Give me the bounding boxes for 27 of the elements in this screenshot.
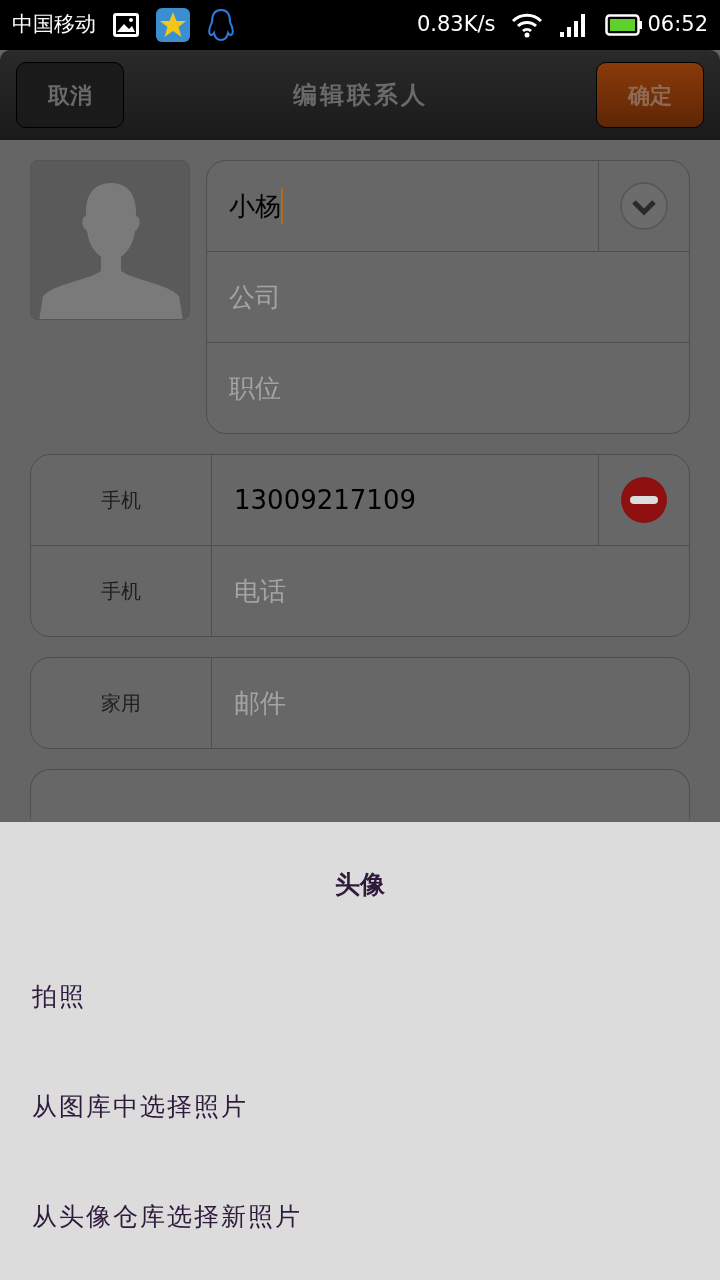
carrier-name: 中国移动: [12, 11, 96, 39]
email-field[interactable]: 邮件: [211, 657, 690, 749]
network-speed: 0.83K/s: [416, 11, 496, 39]
penguin-icon: [206, 8, 236, 42]
name-field[interactable]: 小杨: [206, 160, 599, 252]
star-app-icon: [156, 8, 190, 42]
chevron-down-icon[interactable]: [619, 181, 669, 231]
cancel-button[interactable]: 取消: [16, 62, 124, 128]
phone-field[interactable]: 电话: [211, 545, 690, 637]
remove-icon[interactable]: [619, 475, 669, 525]
phone-type-label[interactable]: 手机: [30, 545, 212, 637]
sheet-title: 头像: [334, 869, 386, 901]
email-type-label[interactable]: 家用: [30, 657, 212, 749]
clock-time: 06:52: [647, 11, 708, 39]
avatar-button[interactable]: [30, 160, 190, 320]
confirm-button[interactable]: 确定: [596, 62, 704, 128]
position-field[interactable]: 职位: [206, 342, 690, 434]
group-row[interactable]: [30, 769, 690, 819]
battery-icon: [605, 14, 644, 36]
menu-option[interactable]: 从图库中选择照片: [0, 1052, 720, 1162]
menu-option[interactable]: 从头像仓库选择新照片: [0, 1162, 720, 1272]
wifi-icon: [511, 12, 544, 38]
phone-type-label[interactable]: 手机: [30, 454, 212, 546]
menu-option[interactable]: 拍照: [0, 942, 720, 1052]
company-field[interactable]: 公司: [206, 251, 690, 343]
gallery-icon: [112, 12, 140, 38]
page-title: 编辑联系人: [292, 80, 428, 111]
